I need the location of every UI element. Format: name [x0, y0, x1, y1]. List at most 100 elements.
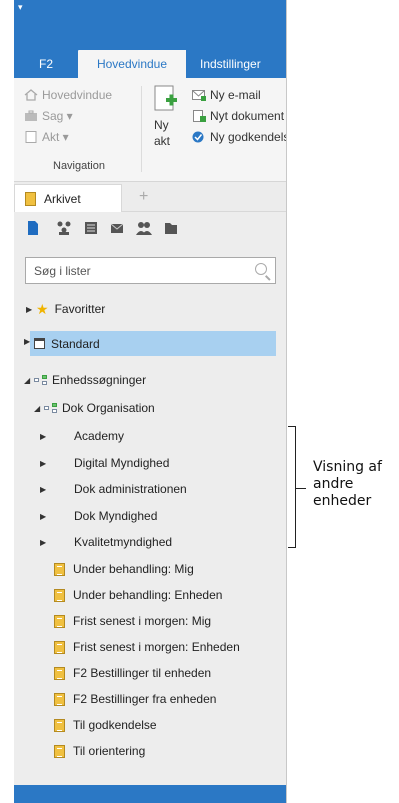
tab-hovedvindue[interactable]: Hovedvindue: [78, 50, 186, 78]
ribbon-tabs: F2 Hovedvindue Indstillinger: [14, 50, 286, 78]
expand-arrow-icon[interactable]: ▶: [40, 512, 74, 521]
unit-label: Academy: [74, 429, 125, 443]
document-icon: [24, 131, 38, 143]
tree-favorites[interactable]: ▶ ★ Favoritter: [26, 299, 105, 319]
expand-arrow-icon[interactable]: ▶: [26, 305, 36, 314]
ribbon-separator: [141, 86, 142, 172]
list-item[interactable]: Til godkendelse: [54, 715, 157, 735]
f2-app-window: ▾ F2 Hovedvindue Indstillinger Hovedvind…: [14, 0, 287, 803]
list-item-label: F2 Bestillinger til enheden: [73, 666, 212, 680]
archive-pane: Søg i lister ▶ ★ Favoritter ▶ Standard ◢…: [14, 212, 286, 785]
new-email-label: Ny e-mail: [210, 88, 261, 102]
tree-standard[interactable]: ▶ Standard: [24, 331, 276, 356]
list-icon: [54, 562, 65, 576]
list-item-label: Under behandling: Enheden: [73, 588, 223, 602]
collapse-arrow-icon[interactable]: ◢: [24, 376, 34, 385]
mail-view-icon[interactable]: [110, 221, 124, 235]
tree-unit-item[interactable]: ▶ Kvalitetmyndighed: [40, 532, 172, 552]
expand-arrow-icon[interactable]: ▶: [40, 459, 74, 468]
unit-label: Kvalitetmyndighed: [74, 535, 173, 549]
list-item[interactable]: F2 Bestillinger til enheden: [54, 663, 211, 683]
tree-unit-item[interactable]: ▶ Dok administrationen: [40, 479, 187, 499]
list-icon: [54, 718, 65, 732]
new-act-button[interactable]: Ny akt: [148, 84, 182, 154]
new-act-label-line2: akt: [154, 134, 171, 148]
new-document-label: Nyt dokument: [210, 109, 285, 123]
new-document-icon: [152, 84, 178, 117]
tree-standard-label: Standard: [51, 336, 100, 351]
expand-arrow-icon[interactable]: ▶: [40, 485, 74, 494]
tree-dok-organisation-label: Dok Organisation: [62, 401, 155, 415]
search-input[interactable]: Søg i lister: [25, 257, 276, 284]
expand-arrow-icon[interactable]: ▶: [24, 337, 34, 346]
new-document-button[interactable]: Nyt dokument: [192, 109, 284, 123]
search-placeholder: Søg i lister: [34, 263, 91, 278]
quick-access-dropdown-icon[interactable]: ▾: [18, 2, 23, 13]
new-approval-label: Ny godkendelse: [210, 130, 286, 144]
list-item-label: Til orientering: [73, 744, 146, 758]
document-view-icon[interactable]: [26, 221, 40, 235]
tab-indstillinger[interactable]: Indstillinger: [190, 50, 286, 78]
list-item-label: Til godkendelse: [73, 718, 157, 732]
pane-toolbar: [14, 212, 286, 244]
email-icon: [192, 89, 206, 101]
list-item-label: Frist senest i morgen: Enheden: [73, 640, 240, 654]
tree-unit-item[interactable]: ▶ Dok Myndighed: [40, 506, 157, 526]
list-item[interactable]: Frist senest i morgen: Enheden: [54, 637, 240, 657]
list-icon: [54, 666, 65, 680]
collapse-arrow-icon[interactable]: ◢: [34, 404, 44, 413]
list-icon: [54, 640, 65, 654]
tree-dok-organisation[interactable]: ◢ Dok Organisation: [34, 398, 155, 418]
org-tree-icon[interactable]: [56, 221, 71, 235]
list-item[interactable]: Frist senest i morgen: Mig: [54, 611, 211, 631]
org-unit-icon: [34, 375, 48, 385]
tree-unit-searches-label: Enhedssøgninger: [52, 373, 147, 387]
contacts-icon[interactable]: [136, 221, 152, 235]
list-item[interactable]: Under behandling: Mig: [54, 559, 194, 579]
annotation-line-3: enheder: [313, 493, 372, 509]
expand-arrow-icon[interactable]: ▶: [40, 432, 74, 441]
list-item-label: Frist senest i morgen: Mig: [73, 614, 212, 628]
new-email-button[interactable]: Ny e-mail: [192, 88, 261, 102]
folder-icon[interactable]: [164, 221, 178, 235]
list-item[interactable]: Til orientering: [54, 741, 145, 761]
approval-icon: [192, 131, 206, 143]
nav-hovedvindue-button[interactable]: Hovedvindue: [24, 88, 112, 102]
tab-arkivet[interactable]: Arkivet: [14, 184, 122, 212]
list-icon: [54, 744, 65, 758]
list-item-label: Under behandling: Mig: [73, 562, 194, 576]
nav-akt-button[interactable]: Akt ▾: [24, 130, 69, 144]
annotation-bracket: [288, 426, 296, 548]
star-icon: ★: [36, 300, 49, 317]
annotation-bracket-tick: [296, 488, 306, 489]
unit-label: Digital Myndighed: [74, 456, 170, 470]
tab-f2[interactable]: F2: [14, 50, 78, 78]
document-tabs: Arkivet +: [14, 182, 286, 212]
ribbon: Hovedvindue Sag ▾ Akt ▾ Navigation Ny ak…: [14, 78, 286, 182]
new-act-label-line1: Ny: [154, 118, 169, 132]
title-bar: ▾: [14, 0, 286, 50]
tree-unit-item[interactable]: ▶ Academy: [40, 426, 124, 446]
tree-unit-item[interactable]: ▶ Digital Myndighed: [40, 453, 169, 473]
tree-unit-searches[interactable]: ◢ Enhedssøgninger: [24, 370, 146, 390]
org-unit-icon: [44, 403, 58, 413]
unit-label: Dok administrationen: [74, 482, 187, 496]
window-icon: [34, 338, 45, 349]
tree-favorites-label: Favoritter: [54, 302, 106, 316]
nav-sag-label: Sag ▾: [42, 109, 73, 123]
add-tab-icon[interactable]: +: [139, 188, 148, 206]
list-item[interactable]: F2 Bestillinger fra enheden: [54, 689, 216, 709]
new-doc-icon: [192, 110, 206, 122]
search-icon[interactable]: [255, 263, 267, 275]
expand-arrow-icon[interactable]: ▶: [40, 538, 74, 547]
list-icon: [54, 692, 65, 706]
list-item-label: F2 Bestillinger fra enheden: [73, 692, 217, 706]
new-approval-button[interactable]: Ny godkendelse: [192, 130, 286, 144]
nav-sag-button[interactable]: Sag ▾: [24, 109, 73, 123]
unit-label: Dok Myndighed: [74, 509, 158, 523]
list-item[interactable]: Under behandling: Enheden: [54, 585, 222, 605]
list-view-icon[interactable]: [84, 221, 98, 235]
nav-hovedvindue-label: Hovedvindue: [42, 88, 113, 102]
annotation-line-2: andre: [313, 476, 354, 492]
list-icon: [54, 588, 65, 602]
